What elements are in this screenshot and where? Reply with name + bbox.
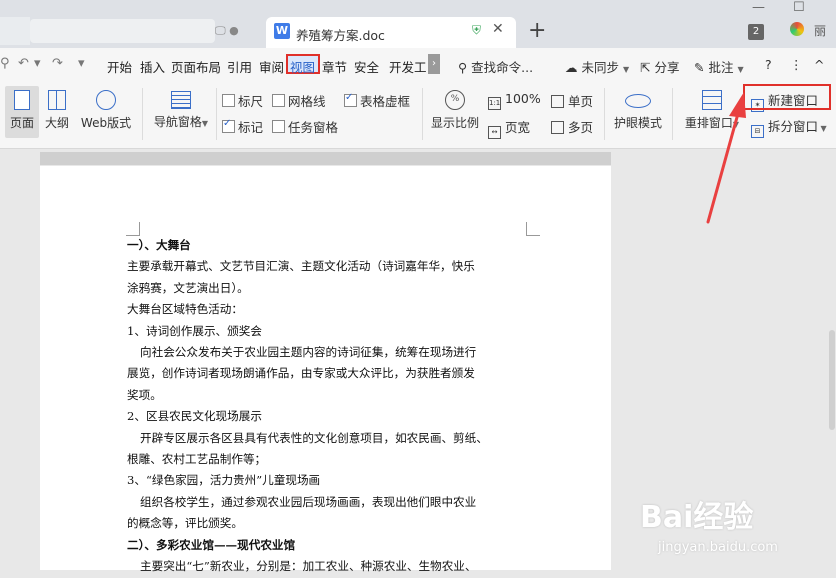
baidu-jingyan-watermark: Bai经验 jingyan.baidu.com (640, 492, 830, 568)
annotation-arrow (706, 92, 746, 224)
watermark-url: jingyan.baidu.com (658, 540, 778, 555)
watermark-logo: Bai经验 (640, 500, 754, 535)
